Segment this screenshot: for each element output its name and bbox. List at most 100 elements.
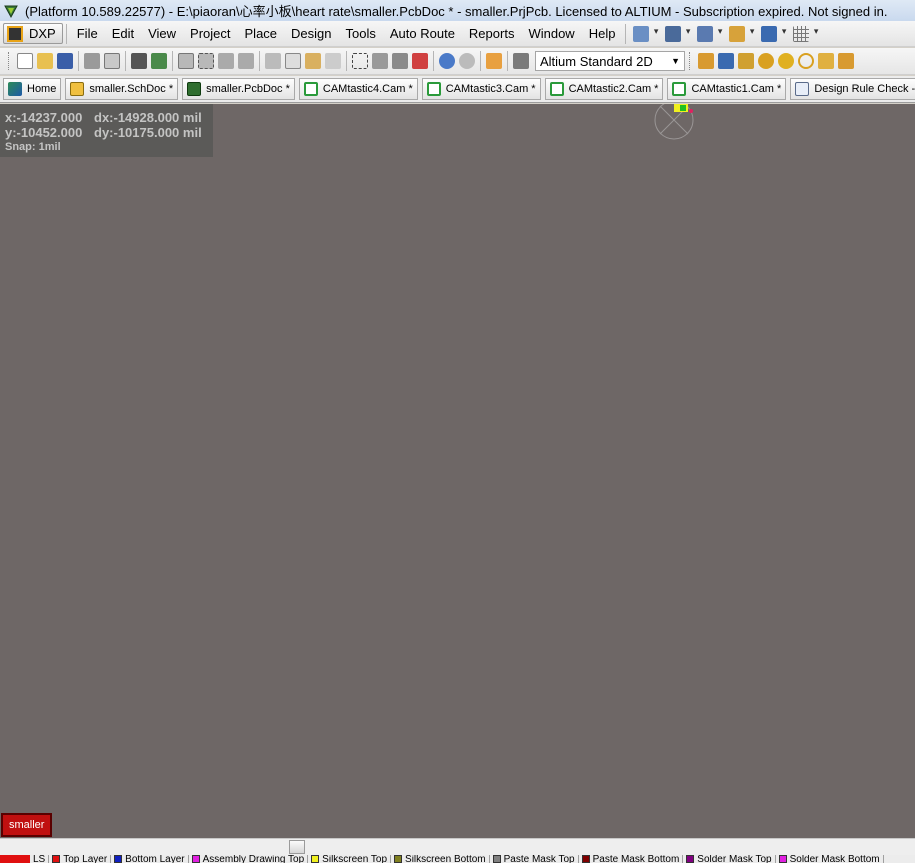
menu-file[interactable]: File [70,23,105,45]
view-mode-select[interactable]: Altium Standard 2D ▼ [535,51,685,71]
layer-color-swatch [0,855,30,863]
board-name-tag[interactable]: smaller [1,813,53,837]
diff-pair-route-icon[interactable] [738,53,754,69]
board-3d-icon[interactable] [151,53,167,69]
menu-design[interactable]: Design [284,23,338,45]
move-selection-icon[interactable] [392,53,408,69]
menu-tools[interactable]: Tools [339,23,383,45]
menu-edit[interactable]: Edit [105,23,141,45]
dxp-menu-button[interactable]: DXP [3,23,63,44]
chevron-down-icon: ▼ [671,56,680,66]
layer-color-swatch [114,855,123,863]
pad-icon[interactable] [778,53,794,69]
menu-reports[interactable]: Reports [462,23,522,45]
toolbar-separator [480,51,481,71]
menu-project[interactable]: Project [183,23,237,45]
print-preview-icon[interactable] [104,53,120,69]
move-icon[interactable] [372,53,388,69]
layer-tab-silk-top[interactable]: Silkscreen Top [308,855,392,863]
coordinate-hud: x:-14237.000 dx:-14928.000 mil y:-10452.… [0,104,213,157]
layer-tab-solder-top[interactable]: Solder Mask Top [683,855,776,863]
toolbar-separator [125,51,126,71]
interactive-route-icon[interactable] [698,53,714,69]
layer-tab-paste-top[interactable]: Paste Mask Top [490,855,579,863]
zoom-area-icon[interactable] [198,53,214,69]
multi-route-icon[interactable] [718,53,734,69]
menu-bar: DXP File Edit View Project Place Design … [0,21,915,47]
chart-icon[interactable] [633,25,658,42]
menu-view[interactable]: View [141,23,183,45]
tab-camtastic4[interactable]: CAMtastic4.Cam * [298,78,418,100]
undo-icon[interactable] [439,53,455,69]
menu-help[interactable]: Help [582,23,623,45]
redo-icon[interactable] [459,53,475,69]
layer-tab-paste-bottom[interactable]: Paste Mask Bottom [579,855,684,863]
select-area-icon[interactable] [352,53,368,69]
grid-icon[interactable] [793,25,818,42]
new-document-icon[interactable] [17,53,33,69]
layer-tab-solder-bottom[interactable]: Solder Mask Bottom [776,855,884,863]
layer-color-swatch [191,855,200,863]
layer-color-swatch [686,855,695,863]
fill-icon[interactable] [818,53,834,69]
open-folder-icon[interactable] [37,53,53,69]
tab-label: CAMtastic3.Cam * [445,83,536,95]
layer-tab-top[interactable]: Top Layer [49,855,112,863]
menu-place[interactable]: Place [238,23,285,45]
title-bar: (Platform 10.589.22577) - E:\piaoran\心率小… [0,0,915,21]
menu-window[interactable]: Window [521,23,581,45]
tab-schematic[interactable]: smaller.SchDoc * [65,78,179,100]
toolbar-grip[interactable] [689,52,692,70]
layer-stack-icon[interactable] [131,53,147,69]
zoom-fit-icon[interactable] [178,53,194,69]
hud-y: y:-10452.000 [5,125,83,140]
pcb-editor-canvas[interactable]: x:-14237.000 dx:-14928.000 mil y:-10452.… [0,104,915,838]
zoom-filtered-icon[interactable] [238,53,254,69]
horizontal-scrollbar[interactable] [0,838,915,855]
save-icon[interactable] [57,53,73,69]
tab-camtastic1[interactable]: CAMtastic1.Cam * [667,78,787,100]
ruler-icon[interactable] [729,25,754,42]
menu-separator [65,23,67,44]
hud-x: x:-14237.000 [5,110,83,125]
toolbar-separator [346,51,347,71]
home-icon [8,82,22,96]
tab-home[interactable]: Home [3,78,62,100]
tab-camtastic3[interactable]: CAMtastic3.Cam * [421,78,541,100]
toolbar-grip[interactable] [8,52,11,70]
browse-components-icon[interactable] [513,53,529,69]
tab-label: smaller.PcbDoc * [206,83,290,95]
via-icon[interactable] [758,53,774,69]
arc-icon[interactable] [798,53,814,69]
toolbar-separator [433,51,434,71]
tab-camtastic2[interactable]: CAMtastic2.Cam * [544,78,664,100]
view-mode-value: Altium Standard 2D [540,53,653,69]
layer-set-button[interactable]: LS [0,855,50,863]
altium-app-icon[interactable] [3,3,19,19]
tab-label: Home [27,83,57,95]
paste-icon[interactable] [305,53,321,69]
layer-label: Silkscreen Bottom [405,855,486,863]
deselect-icon[interactable] [412,53,428,69]
layer-label: Solder Mask Top [697,855,772,863]
cam-doc-icon [426,82,441,96]
cut-icon[interactable] [265,53,281,69]
text-select-icon[interactable] [697,25,722,42]
scrollbar-thumb[interactable] [289,840,305,854]
rubber-stamp-icon[interactable] [325,53,341,69]
layer-tab-assembly-top[interactable]: Assembly Drawing Top [189,855,309,863]
print-icon[interactable] [84,53,100,69]
polygon-icon[interactable] [838,53,854,69]
layer-tab-silk-bottom[interactable]: Silkscreen Bottom [391,855,490,863]
layer-tab-bottom[interactable]: Bottom Layer [111,855,189,863]
cross-probe-icon[interactable] [486,53,502,69]
room-icon[interactable] [761,25,786,42]
tab-design-rule-check[interactable]: Design Rule Check - smaller [790,78,915,100]
tab-label: CAMtastic2.Cam * [568,83,659,95]
copy-icon[interactable] [285,53,301,69]
menu-auto-route[interactable]: Auto Route [383,23,462,45]
zoom-selected-icon[interactable] [218,53,234,69]
layer-label: Bottom Layer [125,855,185,863]
align-icon[interactable] [665,25,690,42]
tab-pcb[interactable]: smaller.PcbDoc * [182,78,295,100]
